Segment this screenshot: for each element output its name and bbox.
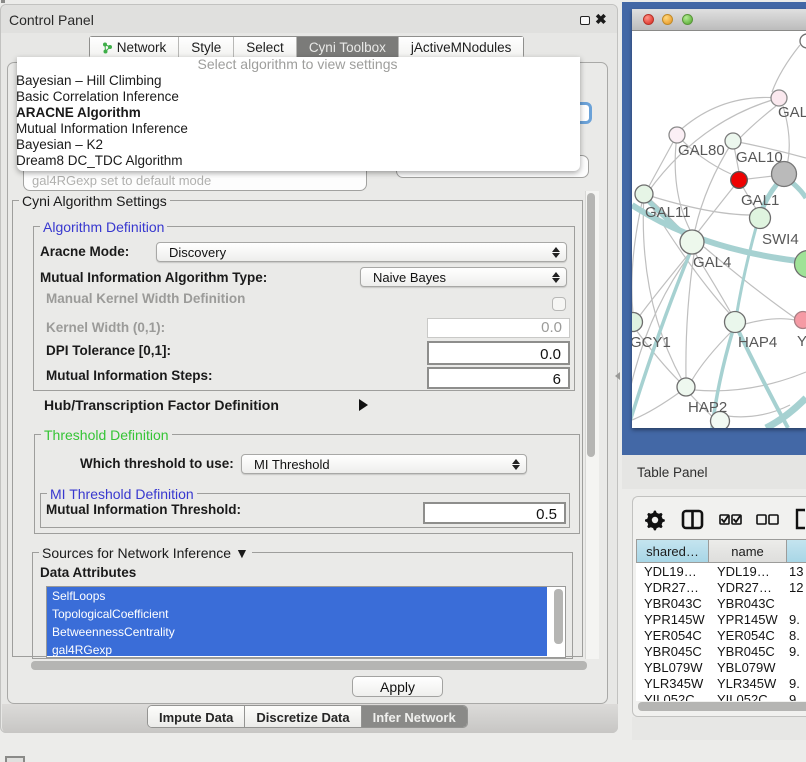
svg-text:GAL1: GAL1 bbox=[741, 192, 779, 209]
svg-text:GAL11: GAL11 bbox=[645, 204, 691, 221]
svg-text:HAP2: HAP2 bbox=[688, 399, 727, 416]
svg-text:GAL80: GAL80 bbox=[678, 142, 725, 159]
svg-text:Y: Y bbox=[797, 333, 806, 350]
svg-text:GAL7: GAL7 bbox=[778, 104, 806, 121]
svg-text:GAL4: GAL4 bbox=[693, 254, 731, 271]
svg-text:HAP4: HAP4 bbox=[738, 334, 777, 351]
svg-text:SWI4: SWI4 bbox=[762, 231, 799, 248]
svg-text:GCY1: GCY1 bbox=[632, 334, 671, 351]
svg-text:GAL10: GAL10 bbox=[736, 149, 783, 166]
